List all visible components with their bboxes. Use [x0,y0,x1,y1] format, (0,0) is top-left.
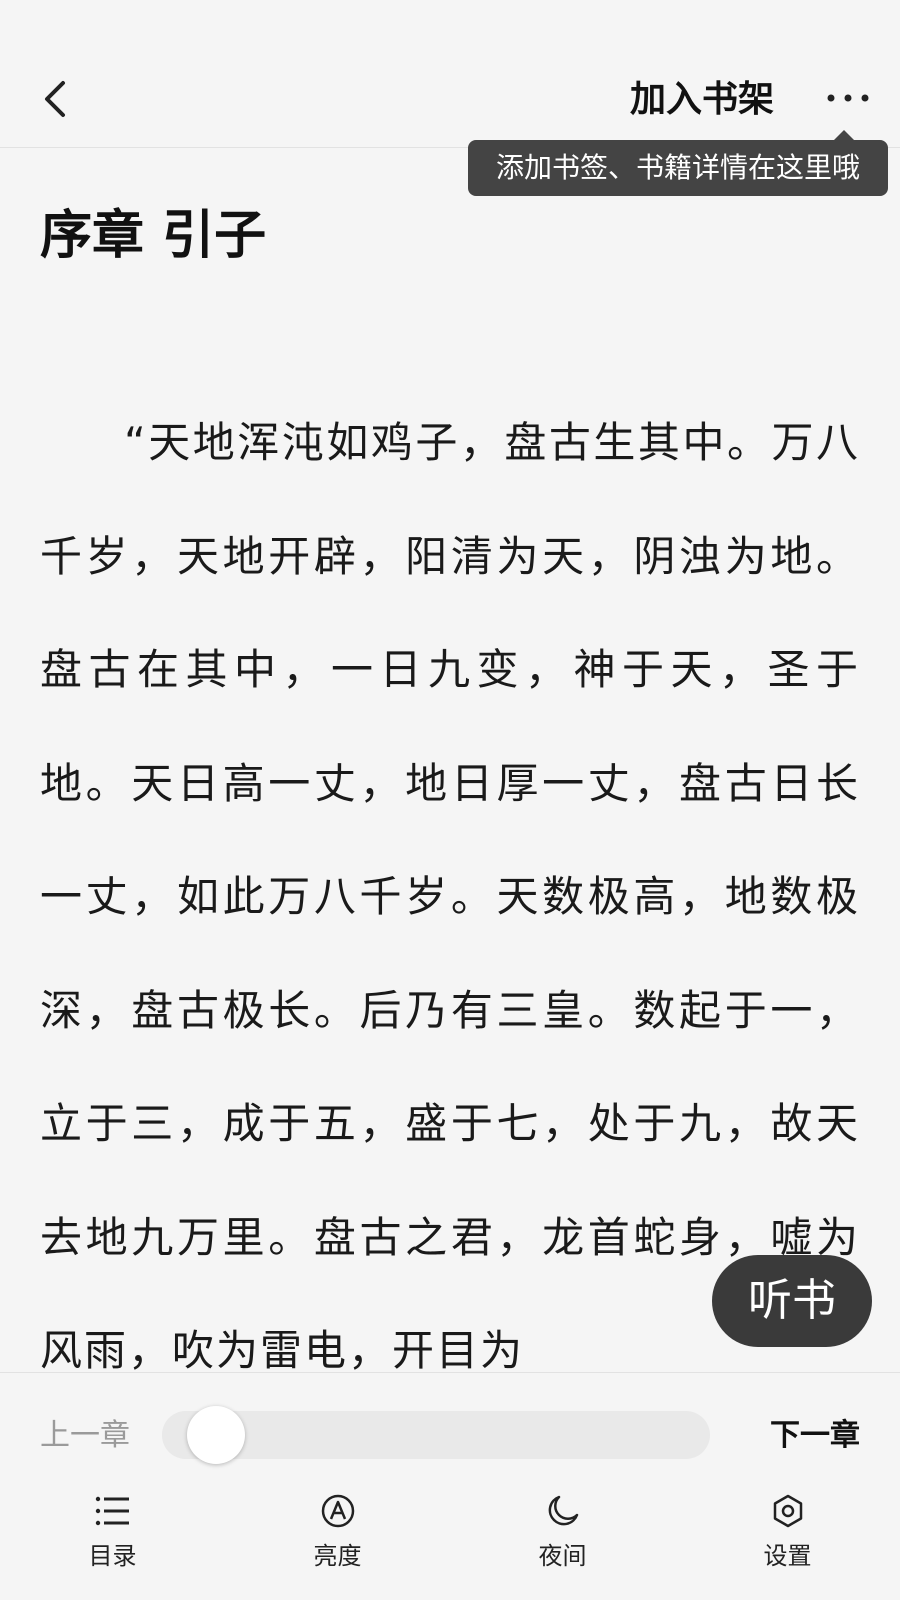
more-dots-icon [827,94,869,102]
chapter-progress-slider[interactable] [162,1406,710,1464]
listen-button[interactable]: 听书 [712,1255,872,1347]
next-chapter-button[interactable]: 下一章 [770,1413,860,1459]
tab-label: 目录 [88,1542,137,1570]
tooltip-arrow [834,130,854,140]
tab-catalog[interactable]: 目录 [0,1481,225,1591]
tab-label: 夜间 [538,1542,587,1570]
chapter-title: 序章 引子 [40,206,267,266]
settings-icon [768,1491,808,1531]
tooltip: 添加书签、书籍详情在这里哦 [468,130,888,196]
bottom-panel: 上一章 下一章 目录 亮度 夜间 设置 [0,1372,900,1600]
chapter-body: “天地浑沌如鸡子，盘古生其中。万八千岁，天地开辟，阳清为天，阴浊为地。盘古在其中… [40,418,860,1372]
list-icon [93,1491,133,1531]
tooltip-text: 添加书签、书籍详情在这里哦 [495,151,860,184]
slider-thumb[interactable] [186,1406,245,1464]
reader-page: 加入书架 添加书签、书籍详情在这里哦 序章 引子 “天地浑沌如鸡子，盘古生其中。… [0,0,900,1600]
brightness-icon [318,1491,358,1531]
add-to-shelf-button[interactable]: 加入书架 [630,72,774,128]
tab-brightness[interactable]: 亮度 [225,1481,450,1591]
more-button[interactable] [820,80,876,116]
bottom-tab-bar: 目录 亮度 夜间 设置 [0,1481,900,1591]
tab-night[interactable]: 夜间 [450,1481,675,1591]
tab-settings[interactable]: 设置 [675,1481,900,1591]
prev-chapter-button[interactable]: 上一章 [40,1413,130,1459]
top-bar: 加入书架 [0,0,900,148]
back-button[interactable] [30,74,80,124]
chevron-left-icon [45,81,65,117]
tab-label: 设置 [763,1542,812,1570]
tab-label: 亮度 [313,1542,362,1570]
moon-icon [543,1491,583,1531]
